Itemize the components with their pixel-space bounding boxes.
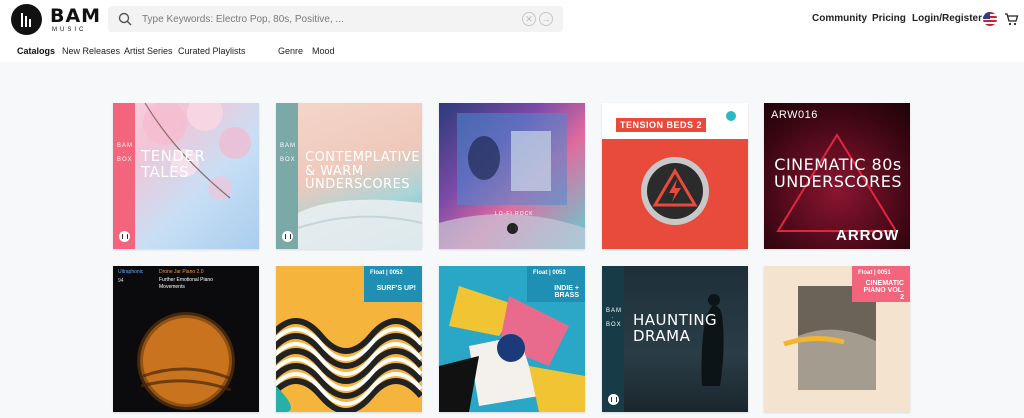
catalog-number: 94 [118,278,124,284]
album-title: TENDER TALES [141,147,206,181]
catalog-code: ARW016 [771,109,818,121]
search-icon [117,11,133,27]
series-label: BAM · BOX [280,143,297,164]
catalog-number: 0052 [389,270,403,276]
nav-pricing[interactable]: Pricing [872,13,906,24]
label-name: Float [858,270,873,276]
album-title: Further Emotional Piano Movements [159,277,213,290]
search-input[interactable] [133,7,522,31]
album-title: SURF'S UP! [376,285,416,292]
catalog-number: 0051 [877,270,891,276]
subnav-genre[interactable]: Genre [278,46,303,60]
cart-icon[interactable] [1004,12,1019,26]
clear-search-icon[interactable]: ✕ [522,12,536,26]
catalog-number: 0053 [552,270,566,276]
bam-badge-icon [282,231,293,242]
brand-logo[interactable]: BAM MUSIC [11,4,101,35]
label-tag: Float | 0052 SURF'S UP! [364,266,422,302]
album-card[interactable]: LO-FI ROCK [439,103,585,249]
submit-search-icon[interactable]: → [539,12,553,26]
album-title: INDIE + BRASS [554,285,579,299]
subnav-artist-series[interactable]: Artist Series [124,46,173,60]
series-bar [113,103,135,249]
bam-badge-icon [119,231,130,242]
album-card[interactable]: BAM · BOX CONTEMPLATIVE & WARM UNDERSCOR… [276,103,422,249]
nav-login-register[interactable]: Login/Register [912,13,982,24]
search-bar: ✕ → [108,6,563,32]
subnav-catalogs[interactable]: Catalogs [17,46,55,60]
subnav-mood[interactable]: Mood [312,46,335,60]
series-label: BAM · BOX [606,308,623,329]
album-card[interactable]: Ultraphonic 94 Drone Jar Piano 2.0 Furth… [113,266,259,412]
album-title: HAUNTING DRAMA [633,311,718,345]
album-title: CONTEMPLATIVE & WARM UNDERSCORES [305,150,421,193]
album-card[interactable]: Float | 0053 INDIE + BRASS [439,266,585,412]
label-tag: Float | 0053 INDIE + BRASS [527,266,585,302]
album-title: CINEMATIC 80s UNDERSCORES [773,155,903,191]
series-label: LO-FI ROCK [495,211,534,217]
bam-badge-icon [608,394,619,405]
top-bar: BAM MUSIC ✕ → Community Pricing Login/Re… [0,0,1024,40]
series-label: BAM · BOX [117,143,134,164]
bam-badge-icon [507,223,518,234]
series-bar [602,266,624,412]
brand-subtitle: MUSIC [52,26,87,33]
label-logo: ARROW [836,227,900,244]
brand-logo-icon [11,4,42,35]
label-badge-icon [726,111,736,121]
subnav-curated-playlists[interactable]: Curated Playlists [178,46,246,60]
album-title: TENSION BEDS 2 [616,118,707,132]
album-card[interactable]: TENSION BEDS 2 [602,103,748,249]
label-tag: Float | 0051 CINEMATIC PIANO VOL. 2 [852,266,910,302]
album-title: CINEMATIC PIANO VOL. 2 [863,280,904,301]
subnav-new-releases[interactable]: New Releases [62,46,120,60]
brand-name: BAM [50,4,102,27]
album-card[interactable]: Float | 0052 SURF'S UP! [276,266,422,412]
album-card[interactable]: Float | 0051 CINEMATIC PIANO VOL. 2 [764,266,910,412]
label-name: Ultraphonic [118,269,144,275]
album-subtitle: Drone Jar Piano 2.0 [159,269,204,275]
label-name: Float [370,270,385,276]
album-card[interactable]: BAM · BOX HAUNTING DRAMA [602,266,748,412]
us-flag-icon[interactable] [983,12,997,26]
warning-sign-icon [641,157,709,225]
album-card[interactable]: ARW016 CINEMATIC 80s UNDERSCORES ARROW [764,103,910,249]
album-card[interactable]: BAM · BOX TENDER TALES [113,103,259,249]
series-bar [276,103,298,249]
nav-community[interactable]: Community [812,13,867,24]
label-name: Float [533,270,548,276]
